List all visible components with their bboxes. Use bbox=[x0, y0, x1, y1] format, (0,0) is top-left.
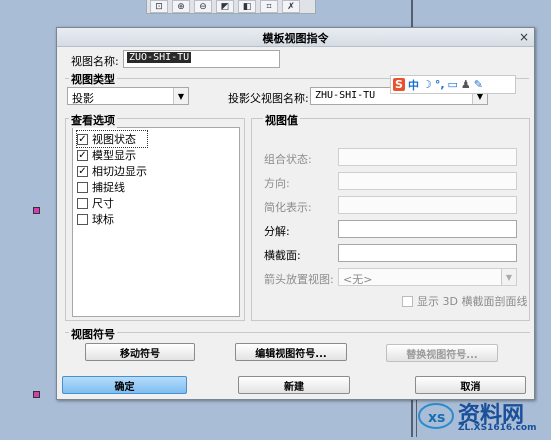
view-option-label: 捕捉线 bbox=[92, 181, 125, 194]
view-toolbar: ⊡ ⊕ ⊖ ◩ ◧ ⌗ ✗ bbox=[146, 0, 316, 14]
view-values-panel: 组合状态: 方向: 简化表示: 分解: 横截面: 箭头放置视图: <无> ▼ 显… bbox=[251, 118, 530, 321]
cancel-button[interactable]: 取消 bbox=[415, 376, 526, 394]
chevron-down-icon: ▼ bbox=[173, 88, 188, 104]
view-name-input[interactable]: ZUO-SHI-TU bbox=[123, 50, 280, 68]
moon-icon[interactable]: ☽ bbox=[422, 78, 432, 91]
combo-state-label: 组合状态: bbox=[264, 153, 312, 166]
view-option-label: 视图状态 bbox=[92, 133, 136, 146]
watermark-url: ZL.XS1616.com bbox=[458, 423, 537, 433]
sogou-logo-icon[interactable]: S bbox=[393, 78, 405, 91]
arrow-view-value: <无> bbox=[343, 273, 373, 286]
zoom-in-icon[interactable]: ⊕ bbox=[172, 0, 190, 13]
show-3d-option[interactable]: 显示 3D 横截面剖面线 bbox=[402, 293, 527, 309]
keyboard-icon[interactable]: ▭ bbox=[448, 78, 458, 91]
edit-view-symbol-button[interactable]: 编辑视图符号... bbox=[235, 343, 347, 361]
view-options-heading: 查看选项 bbox=[69, 112, 117, 128]
combo-state-input[interactable] bbox=[338, 148, 517, 166]
zoom-fit-icon[interactable]: ⊡ bbox=[150, 0, 168, 13]
view-option-item[interactable]: 尺寸 bbox=[77, 195, 147, 211]
chevron-down-icon: ▼ bbox=[501, 269, 516, 285]
dialog-titlebar: 模板视图指令 × bbox=[57, 28, 534, 47]
simplified-rep-input[interactable] bbox=[338, 196, 517, 214]
view-option-item[interactable]: ✓ 相切边显示 bbox=[77, 163, 147, 179]
svg-text:xs: xs bbox=[428, 410, 445, 426]
show-3d-label: 显示 3D 横截面剖面线 bbox=[417, 295, 528, 308]
ime-mode-toggle[interactable]: 中 bbox=[408, 77, 419, 93]
layer-icon[interactable]: ✗ bbox=[282, 0, 300, 13]
view-type-select[interactable]: 投影 ▼ bbox=[67, 87, 189, 105]
arrow-view-select[interactable]: <无> ▼ bbox=[338, 268, 517, 286]
orientation-input[interactable] bbox=[338, 172, 517, 190]
view-type-heading: 视图类型 bbox=[69, 71, 117, 87]
view-option-checkbox[interactable]: ✓ bbox=[77, 133, 88, 145]
view-option-label: 球标 bbox=[92, 213, 114, 226]
explode-label: 分解: bbox=[264, 225, 290, 238]
new-button[interactable]: 新建 bbox=[238, 376, 350, 394]
skin-icon[interactable]: ♟ bbox=[461, 78, 471, 91]
punctuation-icon[interactable]: °, bbox=[435, 78, 445, 91]
datum-marker[interactable] bbox=[33, 207, 40, 214]
repaint-icon[interactable]: ◩ bbox=[216, 0, 234, 13]
ok-button[interactable]: 确定 bbox=[62, 376, 187, 394]
orientation-label: 方向: bbox=[264, 177, 290, 190]
view-option-label: 模型显示 bbox=[92, 149, 136, 162]
parent-view-value: ZHU-SHI-TU bbox=[315, 90, 376, 101]
replace-view-symbol-button[interactable]: 替换视图符号... bbox=[386, 344, 498, 362]
ime-toolbar: S 中 ☽ °, ▭ ♟ ✎ bbox=[390, 75, 516, 94]
simplified-rep-label: 简化表示: bbox=[264, 201, 312, 214]
cross-section-input[interactable] bbox=[338, 244, 517, 262]
view-option-checkbox[interactable]: ✓ bbox=[77, 165, 88, 177]
datum-marker[interactable] bbox=[33, 391, 40, 398]
wrench-icon[interactable]: ✎ bbox=[474, 78, 483, 91]
show-3d-checkbox[interactable] bbox=[402, 295, 413, 307]
dialog-title: 模板视图指令 bbox=[262, 32, 329, 45]
view-option-checkbox[interactable] bbox=[77, 197, 88, 209]
parent-view-label: 投影父视图名称: bbox=[228, 92, 309, 105]
view-option-item[interactable]: ✓ 视图状态 bbox=[76, 130, 148, 148]
view-symbol-heading: 视图符号 bbox=[69, 326, 117, 342]
view-option-item[interactable]: ✓ 模型显示 bbox=[77, 147, 147, 163]
explode-input[interactable] bbox=[338, 220, 517, 238]
view-options-list: ✓ 视图状态 ✓ 模型显示 ✓ 相切边显示捕捉线尺寸球标 bbox=[72, 127, 240, 317]
view-option-checkbox[interactable]: ✓ bbox=[77, 149, 88, 161]
view-type-value: 投影 bbox=[72, 92, 94, 105]
cross-section-label: 横截面: bbox=[264, 249, 301, 262]
zoom-out-icon[interactable]: ⊖ bbox=[194, 0, 212, 13]
view-option-label: 尺寸 bbox=[92, 197, 114, 210]
view-option-item[interactable]: 球标 bbox=[77, 211, 147, 227]
view-options-panel: ✓ 视图状态 ✓ 模型显示 ✓ 相切边显示捕捉线尺寸球标 bbox=[65, 118, 245, 321]
view-option-label: 相切边显示 bbox=[92, 165, 147, 178]
view-values-heading: 视图值 bbox=[263, 112, 300, 128]
saved-views-icon[interactable]: ⌗ bbox=[260, 0, 278, 13]
view-option-item[interactable]: 捕捉线 bbox=[77, 179, 147, 195]
watermark: xs 资料网 ZL.XS1616.com bbox=[416, 395, 551, 437]
view-name-value: ZUO-SHI-TU bbox=[127, 52, 192, 63]
orient-icon[interactable]: ◧ bbox=[238, 0, 256, 13]
view-name-label: 视图名称: bbox=[71, 55, 119, 68]
close-icon[interactable]: × bbox=[516, 29, 532, 45]
arrow-view-label: 箭头放置视图: bbox=[264, 273, 334, 286]
view-option-checkbox[interactable] bbox=[77, 181, 88, 193]
view-option-checkbox[interactable] bbox=[77, 213, 88, 225]
move-symbol-button[interactable]: 移动符号 bbox=[85, 343, 195, 361]
